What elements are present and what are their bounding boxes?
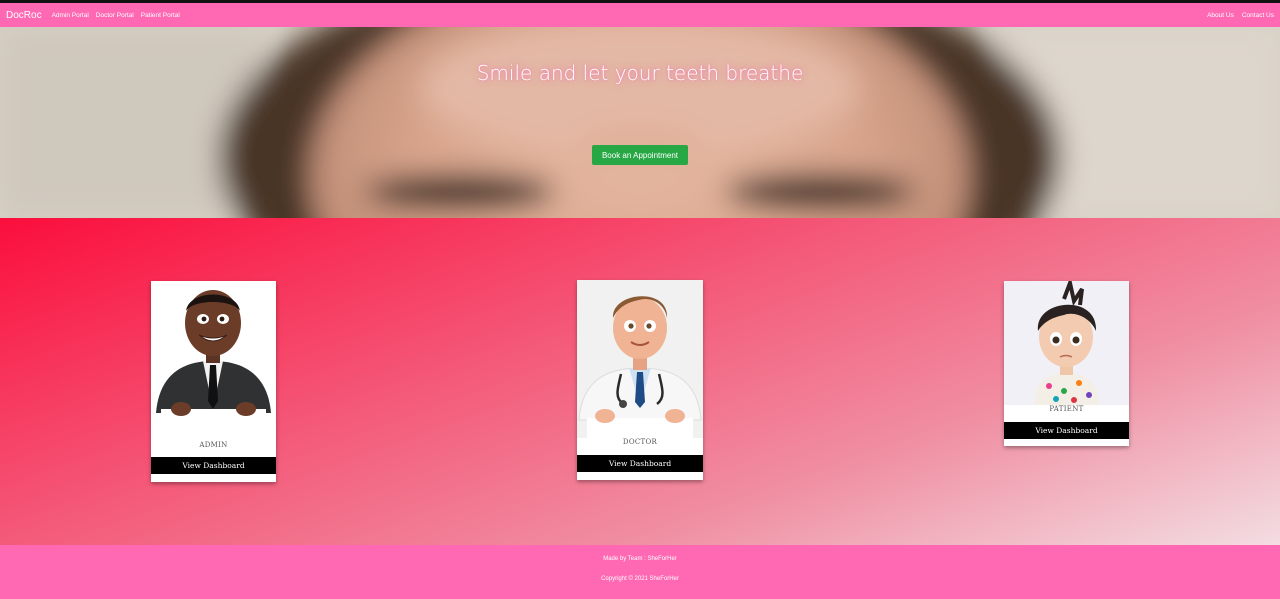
admin-avatar [151,281,276,431]
admin-label: ADMIN [199,441,228,449]
patient-avatar [1004,281,1129,405]
nav-doctor-portal[interactable]: Doctor Portal [96,12,134,19]
navbar: DocRoc Admin Portal Doctor Portal Patien… [0,3,1280,27]
doctor-view-dashboard-button[interactable]: View Dashboard [577,455,703,472]
portals-section: ADMIN View Dashboard DOCTOR View Dashboa… [0,218,1280,545]
patient-card: PATIENT View Dashboard [1004,281,1129,446]
nav-patient-portal[interactable]: Patient Portal [141,12,180,19]
nav-right-links: About Us Contact Us [1199,12,1274,19]
doctor-label: DOCTOR [622,438,658,446]
nav-about-us[interactable]: About Us [1207,12,1234,19]
admin-card: ADMIN View Dashboard [151,281,276,482]
nav-contact-us[interactable]: Contact Us [1242,12,1274,19]
hero-banner: Smile and let your teeth breathe Book an… [0,27,1280,218]
patient-view-dashboard-button[interactable]: View Dashboard [1004,422,1129,439]
doctor-avatar [577,280,703,438]
footer-copyright: Copyright © 2021 SheForHer [601,576,679,582]
nav-admin-portal[interactable]: Admin Portal [52,12,89,19]
hero-title: Smile and let your teeth breathe [476,61,804,85]
footer: Made by Team : SheForHer Copyright © 202… [0,545,1280,599]
footer-made-by: Made by Team : SheForHer [603,556,677,562]
brand-logo[interactable]: DocRoc [6,10,42,21]
hero-background-image [0,27,1280,218]
book-appointment-button[interactable]: Book an Appointment [592,145,688,165]
patient-label: PATIENT [1049,405,1084,413]
admin-view-dashboard-button[interactable]: View Dashboard [151,457,276,474]
doctor-card: DOCTOR View Dashboard [577,280,703,480]
